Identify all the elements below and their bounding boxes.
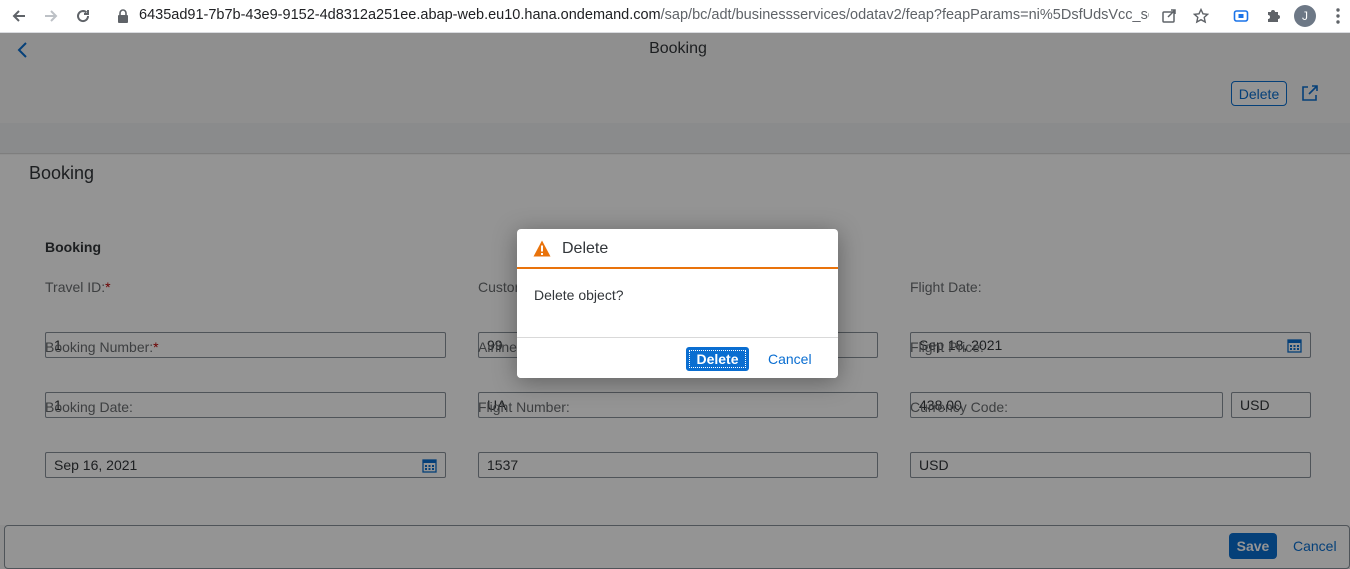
dialog-message: Delete object? [534, 287, 624, 303]
url-path: /sap/bc/adt/businessservices/odatav2/fea… [660, 7, 1149, 23]
extensions-puzzle-icon[interactable] [1262, 5, 1284, 27]
address-bar[interactable]: 6435ad91-7b7b-43e9-9152-4d8312a251ee.aba… [139, 7, 1149, 23]
extension-media-icon[interactable] [1230, 5, 1252, 27]
reload-icon[interactable] [72, 5, 94, 27]
forward-arrow-icon[interactable] [40, 5, 62, 27]
dialog-header: Delete [517, 229, 838, 269]
back-arrow-icon[interactable] [8, 5, 30, 27]
dialog-title: Delete [562, 240, 609, 257]
dialog-footer: Delete Cancel [517, 337, 838, 378]
dialog-cancel-button[interactable]: Cancel [768, 351, 812, 367]
url-host: 6435ad91-7b7b-43e9-9152-4d8312a251ee.aba… [139, 7, 661, 23]
bookmark-star-icon[interactable] [1190, 5, 1212, 27]
confirm-delete-button[interactable]: Delete [686, 347, 749, 371]
lock-icon[interactable] [112, 5, 134, 27]
browser-toolbar: 6435ad91-7b7b-43e9-9152-4d8312a251ee.aba… [0, 0, 1350, 33]
profile-avatar[interactable]: J [1294, 5, 1316, 27]
delete-dialog: Delete Delete object? Delete Cancel [517, 229, 838, 378]
warning-icon [533, 240, 551, 257]
share-page-icon[interactable] [1158, 5, 1180, 27]
browser-menu-icon[interactable] [1327, 5, 1349, 27]
